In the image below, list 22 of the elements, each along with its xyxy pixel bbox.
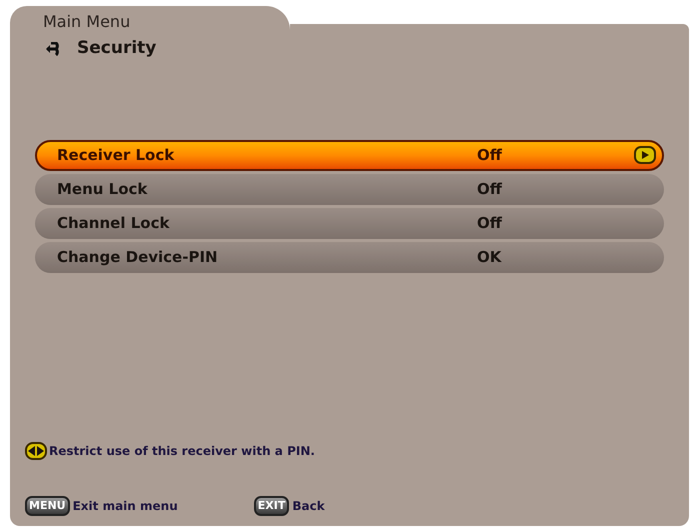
setting-value: OK — [477, 246, 503, 268]
setting-label: Change Device-PIN — [57, 246, 219, 268]
menu-row[interactable]: Channel Lock Off — [35, 208, 664, 238]
submenu-title: Security — [77, 37, 156, 60]
setting-label: Channel Lock — [57, 212, 170, 234]
menu-row[interactable]: Receiver Lock Off — [35, 140, 664, 170]
remote-key: MENU — [25, 496, 70, 516]
hint-text: Restrict use of this receiver with a PIN. — [49, 443, 315, 460]
setting-label: Menu Lock — [57, 178, 148, 200]
menu-row[interactable]: Menu Lock Off — [35, 174, 664, 204]
menu-row[interactable]: Change Device-PIN OK — [35, 242, 664, 272]
left-right-arrows-icon — [25, 442, 47, 460]
return-arrow-icon — [45, 42, 61, 56]
play-button-icon — [634, 146, 656, 164]
setting-label: Receiver Lock — [57, 144, 176, 166]
remote-key: EXIT — [254, 496, 290, 516]
key-action-label: Exit main menu — [72, 498, 178, 515]
menu-title: Main Menu — [43, 11, 130, 33]
setting-value: Off — [477, 212, 503, 234]
setting-value: Off — [477, 144, 503, 166]
key-action-label: Back — [292, 498, 325, 515]
setting-value: Off — [477, 178, 503, 200]
